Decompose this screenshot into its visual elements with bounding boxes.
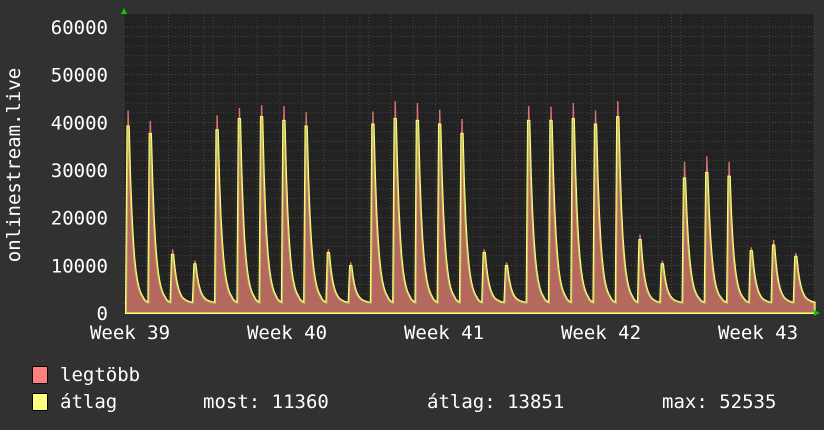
legend-label-avg: átlag <box>60 391 118 413</box>
y-axis-label: onlinestream.live <box>3 68 25 262</box>
x-tick-label: Week 42 <box>561 322 641 344</box>
y-tick-label: 60000 <box>51 17 108 39</box>
x-tick-label: Week 39 <box>90 322 170 344</box>
x-tick-labels: Week 39 Week 40 Week 41 Week 42 Week 43 <box>90 322 798 344</box>
chart: 0100002000030000400005000060000 Week 39 W… <box>3 8 820 344</box>
legend-swatch-avg <box>32 393 48 411</box>
y-tick-label: 40000 <box>51 112 108 134</box>
x-axis-arrow-icon <box>814 310 820 316</box>
y-tick-labels: 0100002000030000400005000060000 <box>51 17 108 325</box>
stat-now: most: 11360 <box>203 391 329 413</box>
legend-item-avg: átlag <box>32 391 117 413</box>
legend-item-max: legtöbb <box>32 364 140 386</box>
y-axis-arrow-icon <box>121 8 127 14</box>
y-tick-label: 20000 <box>51 208 108 230</box>
stat-max: max: 52535 <box>662 391 777 413</box>
y-tick-label: 10000 <box>51 255 108 277</box>
stat-avg: átlag: 13851 <box>427 391 565 413</box>
x-tick-label: Week 41 <box>404 322 484 344</box>
x-tick-label: Week 40 <box>247 322 327 344</box>
y-tick-label: 50000 <box>51 65 108 87</box>
legend-label-max: legtöbb <box>60 364 141 386</box>
x-tick-label: Week 43 <box>718 322 798 344</box>
y-tick-label: 30000 <box>51 160 108 182</box>
legend-swatch-max <box>32 366 48 384</box>
